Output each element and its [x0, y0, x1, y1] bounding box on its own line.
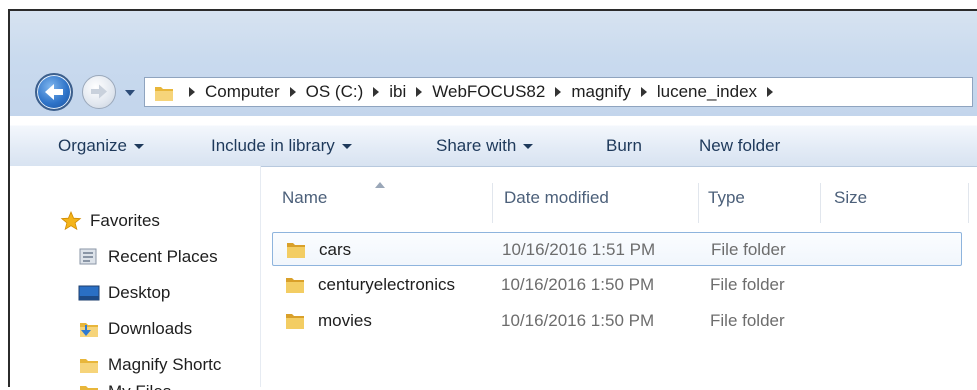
recent-pages-dropdown-icon[interactable]: [125, 89, 135, 97]
explorer-window: Computer OS (C:) ibi WebFOCUS82 magnify …: [8, 9, 977, 390]
sidebar-item-label: Desktop: [108, 283, 171, 302]
sidebar-item-magnify-shortcut[interactable]: Magnify Shortc: [78, 355, 258, 375]
breadcrumb-webfocus82[interactable]: WebFOCUS82: [432, 82, 545, 102]
navigation-pane: Favorites Recent Places Desktop Download…: [10, 166, 260, 390]
breadcrumb-magnify[interactable]: magnify: [571, 82, 631, 102]
new-folder-button[interactable]: New folder: [699, 136, 780, 156]
back-button[interactable]: [35, 73, 73, 111]
include-in-library-button[interactable]: Include in library: [211, 136, 352, 156]
chevron-right-icon[interactable]: [373, 87, 380, 97]
file-name: cars: [319, 240, 352, 259]
pane-splitter[interactable]: [260, 166, 261, 387]
chevron-right-icon[interactable]: [189, 87, 195, 97]
breadcrumb-computer[interactable]: Computer: [205, 82, 280, 102]
sidebar-item-label: Magnify Shortc: [108, 355, 222, 374]
table-row[interactable]: movies 10/16/2016 1:50 PM File folder: [272, 304, 962, 338]
burn-button[interactable]: Burn: [606, 136, 642, 156]
file-type: File folder: [711, 240, 786, 259]
column-header-size[interactable]: Size: [834, 188, 867, 208]
column-divider[interactable]: [968, 183, 969, 223]
organize-button[interactable]: Organize: [58, 136, 144, 156]
address-bar[interactable]: Computer OS (C:) ibi WebFOCUS82 magnify …: [144, 77, 973, 107]
sidebar-item-label: My Files: [108, 382, 171, 390]
dropdown-arrow-icon: [523, 144, 534, 150]
file-type: File folder: [710, 311, 785, 330]
folder-icon: [286, 314, 304, 329]
back-arrow-icon: [45, 84, 63, 100]
recent-places-icon: [79, 248, 97, 265]
folder-icon: [287, 243, 305, 258]
include-in-library-label: Include in library: [211, 136, 335, 155]
command-toolbar: Organize Include in library Share with B…: [10, 125, 977, 167]
downloads-folder-icon: [80, 323, 98, 337]
share-with-button[interactable]: Share with: [436, 136, 534, 156]
column-divider[interactable]: [492, 183, 493, 223]
sidebar-item-label: Favorites: [90, 211, 160, 230]
column-header-type[interactable]: Type: [708, 188, 745, 208]
forward-arrow-icon: [91, 84, 107, 99]
star-icon: [60, 211, 82, 231]
sidebar-item-favorites[interactable]: Favorites: [60, 211, 260, 231]
sidebar-item-desktop[interactable]: Desktop: [78, 283, 278, 303]
forward-button[interactable]: [82, 75, 116, 109]
breadcrumb-ibi[interactable]: ibi: [389, 82, 406, 102]
file-date-modified: 10/16/2016 1:50 PM: [501, 311, 655, 330]
sidebar-item-label: Recent Places: [108, 247, 218, 266]
breadcrumb-lucene-index[interactable]: lucene_index: [657, 82, 757, 102]
chevron-right-icon[interactable]: [555, 87, 562, 97]
column-header-date-modified[interactable]: Date modified: [504, 188, 609, 208]
desktop-icon: [78, 285, 100, 301]
column-header-row: Name Date modified Type Size: [266, 188, 977, 224]
chevron-right-icon[interactable]: [416, 87, 423, 97]
table-row[interactable]: cars 10/16/2016 1:51 PM File folder: [272, 232, 962, 266]
organize-label: Organize: [58, 136, 127, 155]
column-divider[interactable]: [820, 183, 821, 223]
sidebar-item-downloads[interactable]: Downloads: [78, 319, 278, 339]
column-divider[interactable]: [698, 183, 699, 223]
dropdown-arrow-icon: [341, 144, 352, 150]
folder-icon: [80, 386, 98, 390]
sidebar-item-recent-places[interactable]: Recent Places: [78, 247, 278, 267]
file-type: File folder: [710, 275, 785, 294]
sidebar-item-my-files[interactable]: My Files: [78, 382, 278, 390]
sidebar-item-label: Downloads: [108, 319, 193, 338]
folder-icon: [286, 278, 304, 293]
breadcrumb: Computer OS (C:) ibi WebFOCUS82 magnify …: [179, 78, 783, 106]
chevron-right-icon[interactable]: [640, 87, 647, 97]
folder-icon: [80, 359, 98, 373]
file-date-modified: 10/16/2016 1:50 PM: [501, 275, 655, 294]
column-header-name[interactable]: Name: [282, 188, 327, 208]
share-with-label: Share with: [436, 136, 517, 155]
file-date-modified: 10/16/2016 1:51 PM: [502, 240, 656, 259]
file-name: centuryelectronics: [318, 275, 456, 294]
chevron-right-icon[interactable]: [289, 87, 296, 97]
file-name: movies: [318, 311, 372, 330]
chevron-right-icon[interactable]: [767, 87, 774, 97]
breadcrumb-os-c[interactable]: OS (C:): [306, 82, 364, 102]
dropdown-arrow-icon: [133, 144, 144, 150]
table-row[interactable]: centuryelectronics 10/16/2016 1:50 PM Fi…: [272, 268, 962, 302]
folder-icon: [155, 87, 173, 101]
